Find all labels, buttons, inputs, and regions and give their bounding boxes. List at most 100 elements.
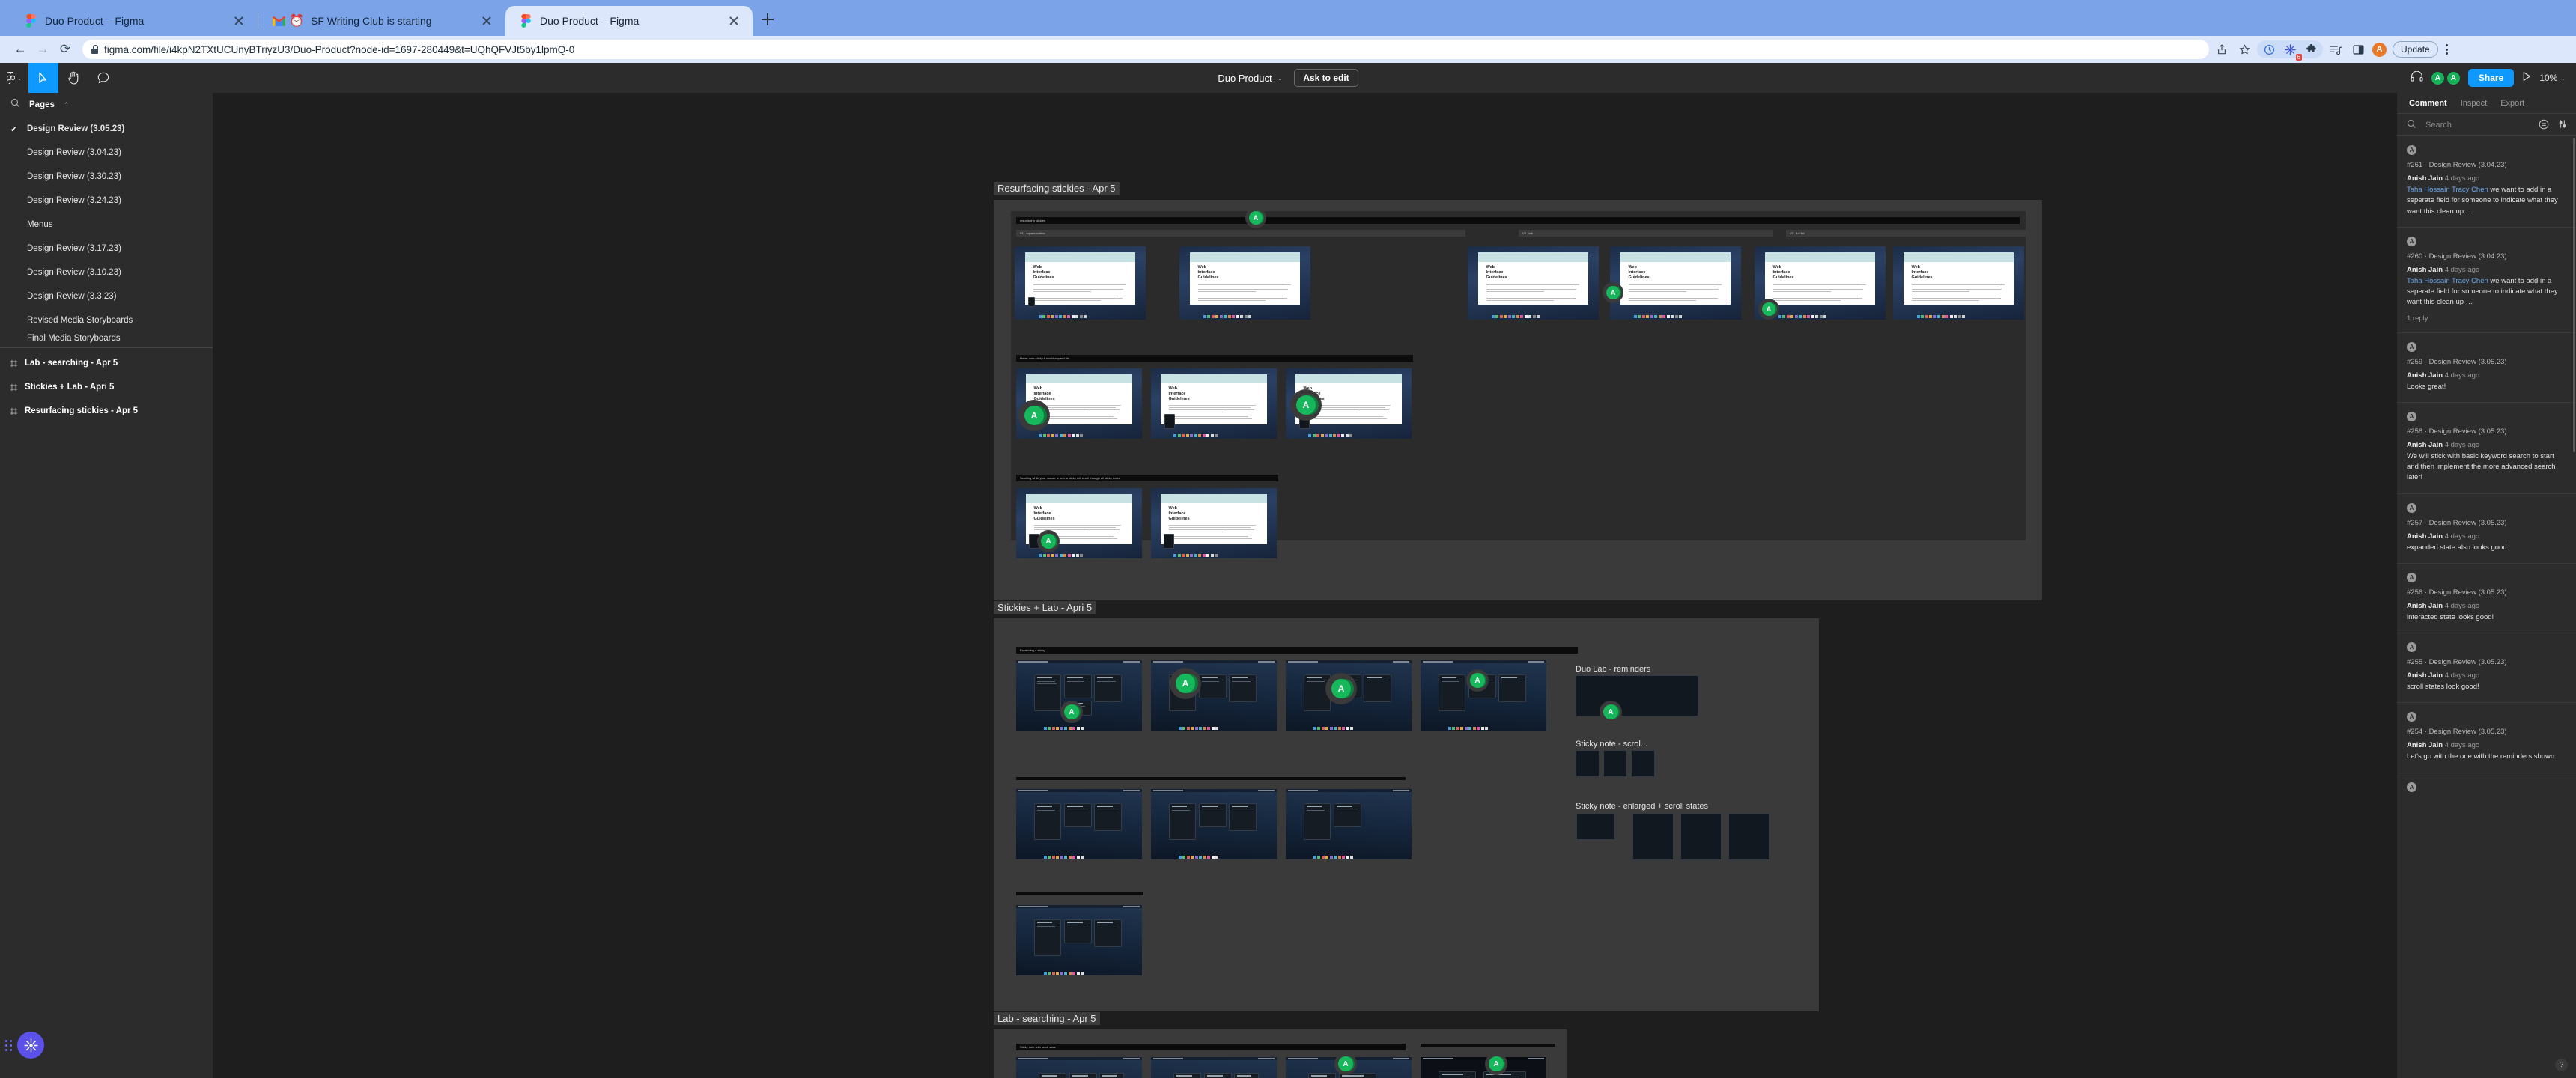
page-item-9[interactable]: Final Media Storyboards [0, 332, 213, 344]
comment-pin[interactable]: A [1325, 673, 1357, 704]
comment-item[interactable]: A #261 · Design Review (3.04.23) Anish J… [2397, 136, 2576, 228]
dark-frame-thumbnail[interactable] [1151, 789, 1277, 859]
dark-frame-thumbnail[interactable] [1151, 1057, 1277, 1078]
collaborator-avatar-1[interactable]: A [2446, 70, 2461, 85]
tab-export[interactable]: Export [2500, 99, 2524, 108]
filter-circle-icon[interactable] [2539, 119, 2551, 131]
dark-frame-thumbnail[interactable] [1016, 1057, 1142, 1078]
comment-pin[interactable]: A [1466, 669, 1489, 692]
bookmark-star-icon[interactable] [2235, 40, 2254, 59]
dark-frame-thumbnail[interactable] [1016, 789, 1142, 859]
comment-mention[interactable]: Taha Hossain Tracy Chen [2407, 186, 2488, 194]
back-icon[interactable]: ← [9, 38, 31, 61]
browser-tab-0[interactable]: Duo Product – Figma [10, 6, 258, 36]
comment-pin[interactable]: A [1018, 400, 1050, 431]
new-tab-button[interactable] [753, 4, 783, 34]
comment-reply-count[interactable]: 1 reply [2407, 314, 2566, 323]
canvas-frame-label-0[interactable]: Resurfacing stickies - Apr 5 [994, 182, 1120, 195]
comment-pin[interactable]: A [1170, 668, 1201, 699]
comment-mention[interactable]: Taha Hossain Tracy Chen [2407, 277, 2488, 285]
page-item-4[interactable]: Menus [0, 213, 213, 237]
canvas-frame-label-2[interactable]: Lab - searching - Apr 5 [994, 1012, 1100, 1025]
update-button[interactable]: Update [2393, 41, 2438, 58]
close-icon[interactable] [231, 13, 247, 29]
file-name-menu[interactable]: Duo Product ⌄ [1218, 73, 1282, 84]
comment-pin[interactable]: A [1290, 389, 1322, 421]
page-item-0[interactable]: ✓ Design Review (3.05.23) [0, 117, 213, 141]
chevron-up-icon[interactable]: ⌃ [64, 101, 70, 109]
move-tool[interactable] [28, 63, 58, 93]
puzzle-extension-icon[interactable] [2301, 40, 2321, 59]
comment-pin[interactable]: A [1245, 207, 1266, 228]
browser-tab-2[interactable]: Duo Product – Figma [505, 6, 753, 36]
comments-scrollbar[interactable] [2573, 138, 2575, 452]
pages-header[interactable]: Pages ⌃ [0, 93, 213, 117]
tab-inspect[interactable]: Inspect [2461, 99, 2487, 108]
sunburst-plugin-icon[interactable] [17, 1032, 44, 1059]
search-icon[interactable] [10, 98, 20, 112]
sidepanel-icon[interactable] [2348, 40, 2368, 59]
share-button[interactable]: Share [2467, 69, 2515, 87]
profile-avatar[interactable]: A [2372, 42, 2387, 57]
sticky-group-2[interactable]: Sticky note - enlarged + scroll states [1570, 798, 1787, 864]
tab-comment[interactable]: Comment [2409, 99, 2447, 108]
page-item-3[interactable]: Design Review (3.24.23) [0, 189, 213, 213]
browser-tab-1[interactable]: ⏰ SF Writing Club is starting [258, 6, 505, 36]
frame-thumbnail[interactable]: WebInterfaceGuidelines [1016, 488, 1142, 558]
address-bar[interactable]: figma.com/file/i4kpN2TXtUCUnyBTriyzU3/Du… [82, 40, 2209, 59]
browser-menu-icon[interactable] [2440, 42, 2455, 57]
sort-sliders-icon[interactable] [2557, 119, 2569, 131]
layer-item-2[interactable]: Resurfacing stickies - Apr 5 [0, 399, 213, 423]
page-item-1[interactable]: Design Review (3.04.23) [0, 141, 213, 165]
page-item-5[interactable]: Design Review (3.17.23) [0, 237, 213, 261]
headphones-icon[interactable] [2411, 70, 2423, 85]
comment-pin[interactable]: A [1037, 530, 1060, 552]
canvas-frame-label-1[interactable]: Stickies + Lab - Apri 5 [994, 601, 1096, 614]
comment-pin[interactable]: A [1603, 282, 1623, 303]
reading-list-icon[interactable] [2326, 40, 2345, 59]
comment-item[interactable]: A #258 · Design Review (3.05.23) Anish J… [2397, 403, 2576, 494]
comment-pin[interactable]: A [1060, 701, 1083, 723]
comment-item[interactable]: A #259 · Design Review (3.05.23) Anish J… [2397, 333, 2576, 403]
comment-item[interactable]: A #260 · Design Review (3.04.23) Anish J… [2397, 228, 2576, 333]
page-item-7[interactable]: Design Review (3.3.23) [0, 284, 213, 308]
collaborator-avatar-0[interactable]: A [2430, 70, 2445, 85]
close-icon[interactable] [726, 13, 742, 29]
frame-thumbnail[interactable]: WebInterfaceGuidelines [1151, 368, 1277, 439]
forward-icon[interactable]: → [31, 38, 54, 61]
dark-frame-thumbnail[interactable] [1286, 789, 1412, 859]
play-present-icon[interactable] [2521, 71, 2532, 85]
close-icon[interactable] [479, 13, 495, 29]
comment-tool[interactable] [88, 63, 118, 93]
hand-tool[interactable] [58, 63, 88, 93]
comment-item[interactable]: A #257 · Design Review (3.05.23) Anish J… [2397, 494, 2576, 564]
comment-pin[interactable]: A [1758, 299, 1779, 320]
dark-frame-thumbnail[interactable] [1151, 660, 1277, 731]
frame-thumbnail[interactable]: WebInterfaceGuidelines [1015, 246, 1146, 320]
dark-frame-thumbnail[interactable] [1016, 905, 1142, 975]
comment-item[interactable]: A #255 · Design Review (3.05.23) Anish J… [2397, 633, 2576, 704]
zoom-level-menu[interactable]: 10% ⌄ [2539, 73, 2566, 83]
search-input[interactable] [2425, 120, 2532, 130]
comment-item[interactable]: A #254 · Design Review (3.05.23) Anish J… [2397, 703, 2576, 773]
page-item-6[interactable]: Design Review (3.10.23) [0, 261, 213, 284]
ask-to-edit-button[interactable]: Ask to edit [1294, 69, 1358, 87]
frame-thumbnail[interactable]: WebInterfaceGuidelines [1468, 246, 1599, 320]
drag-handle-icon[interactable] [5, 1039, 12, 1051]
figma-canvas[interactable]: Resurfacing stickies - Apr 5 resurfacing… [213, 93, 2396, 1078]
comment-pin[interactable]: A [1600, 701, 1622, 723]
frame-thumbnail[interactable]: WebInterfaceGuidelines [1893, 246, 2024, 320]
share-icon[interactable] [2212, 40, 2232, 59]
comments-list[interactable]: A #261 · Design Review (3.04.23) Anish J… [2397, 136, 2576, 1078]
page-item-8[interactable]: Revised Media Storyboards [0, 308, 213, 332]
history-clock-icon[interactable] [2259, 40, 2279, 59]
dark-frame-thumbnail[interactable] [1421, 1057, 1546, 1078]
comment-item[interactable]: A #256 · Design Review (3.05.23) Anish J… [2397, 564, 2576, 633]
sticky-group-0[interactable]: Duo Lab - reminders [1570, 660, 1704, 724]
sticky-group-1[interactable]: Sticky note - scrol... [1570, 736, 1664, 786]
comment-pin[interactable]: A [1485, 1053, 1507, 1075]
figma-logo-menu-button[interactable]: ⌄ [0, 63, 28, 93]
layer-item-1[interactable]: Stickies + Lab - Apri 5 [0, 375, 213, 399]
frame-thumbnail[interactable]: WebInterfaceGuidelines [1179, 246, 1310, 320]
layer-item-0[interactable]: Lab - searching - Apr 5 [0, 351, 213, 375]
